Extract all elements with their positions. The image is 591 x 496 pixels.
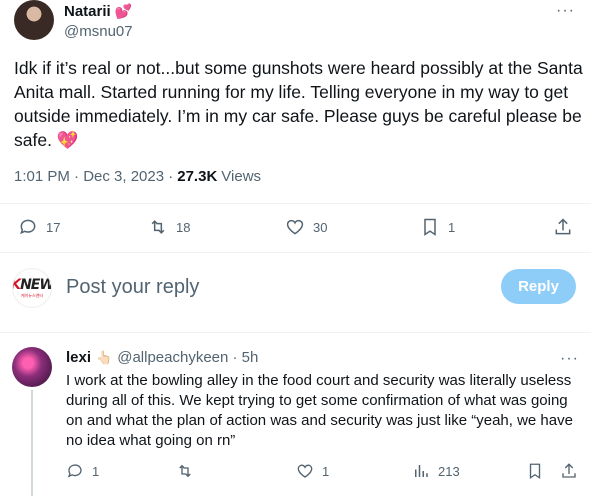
divider <box>0 332 591 333</box>
author-handle[interactable]: @msnu07 <box>64 23 133 40</box>
share-icon <box>555 218 571 235</box>
reply-count: 17 <box>46 219 61 235</box>
reply-reply-button[interactable]: 1 <box>66 462 99 480</box>
reply-action-button[interactable]: 17 <box>18 217 60 237</box>
analytics-icon <box>415 465 428 477</box>
more-options-icon[interactable]: ··· <box>556 3 575 19</box>
reply-icon <box>20 219 36 235</box>
reply-button[interactable]: Reply <box>501 269 576 304</box>
heart-icon <box>297 464 313 478</box>
repost-action-button[interactable]: 18 <box>148 217 190 237</box>
repost-icon <box>179 464 191 478</box>
heart-emoji-icon: 💕 <box>114 3 133 19</box>
share-action-button[interactable] <box>553 217 573 237</box>
reply-bookmark-button[interactable] <box>526 462 544 480</box>
repost-count: 18 <box>176 219 191 235</box>
divider <box>0 203 591 204</box>
knew-logo-subtitle: 케이뉴스엔터 <box>20 293 44 298</box>
tweet-text: Idk if it’s real or not...but some gunsh… <box>14 58 583 150</box>
heart-icon <box>286 219 304 235</box>
tweet-timestamp[interactable]: 1:01 PM · Dec 3, 2023 · <box>14 168 173 185</box>
views-count: 27.3K <box>177 168 218 185</box>
like-count: 30 <box>313 219 328 235</box>
bookmark-action-button[interactable]: 1 <box>420 217 455 237</box>
reply-author-header: lexi 👆🏻 @allpeachykeen · 5h <box>66 349 258 366</box>
author-name[interactable]: Natarii 💕 <box>64 3 132 20</box>
reply-author-name[interactable]: lexi <box>66 349 91 366</box>
pointing-hand-emoji-icon: 👆🏻 <box>96 349 113 365</box>
reply-like-count: 1 <box>322 463 330 479</box>
thread-line <box>31 390 33 496</box>
like-action-button[interactable]: 30 <box>285 217 327 237</box>
author-avatar[interactable] <box>14 0 54 40</box>
views-label: Views <box>221 168 262 185</box>
repost-icon <box>151 220 165 234</box>
current-user-avatar[interactable]: KNEW 케이뉴스엔터 <box>12 268 52 308</box>
reply-author-handle[interactable]: @allpeachykeen · 5h <box>117 349 258 366</box>
reply-reply-count: 1 <box>92 463 100 479</box>
author-display-name: Natarii <box>64 3 111 20</box>
share-icon <box>562 463 576 478</box>
reply-repost-button[interactable] <box>176 462 202 480</box>
knew-logo: KNEW <box>13 277 52 293</box>
bookmark-icon <box>424 218 436 236</box>
reply-more-options-icon[interactable]: ··· <box>560 351 579 367</box>
reply-input[interactable]: Post your reply <box>66 276 199 299</box>
reply-icon <box>67 464 82 478</box>
reply-share-button[interactable] <box>560 462 578 480</box>
reply-author-avatar[interactable] <box>12 347 52 387</box>
reply-text: I work at the bowling alley in the food … <box>66 372 573 449</box>
bookmark-icon <box>529 463 541 480</box>
divider <box>0 252 591 253</box>
bookmark-count: 1 <box>448 219 456 235</box>
reply-views-count: 213 <box>438 463 460 479</box>
reply-like-button[interactable]: 1 <box>296 462 329 480</box>
tweet-meta: 1:01 PM · Dec 3, 2023 · 27.3K Views <box>14 168 261 185</box>
reply-views-button[interactable]: 213 <box>412 462 460 480</box>
